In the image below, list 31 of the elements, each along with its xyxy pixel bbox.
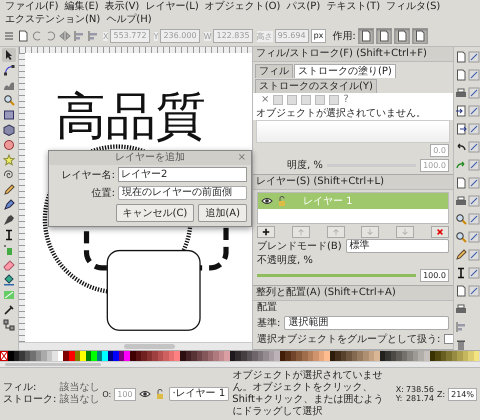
panel-title: 整列と配置(A) (Shift+Ctrl+A) bbox=[253, 286, 453, 301]
layer-name-label: レイヤー名: bbox=[60, 168, 115, 182]
field-label: X bbox=[103, 32, 108, 40]
canvas-text: 高品質 bbox=[55, 86, 206, 146]
zoom-label: Z: bbox=[436, 390, 446, 398]
fill-value: 該当なし bbox=[59, 382, 100, 394]
section-heading: 配置 bbox=[256, 301, 278, 315]
field-label: 高さ bbox=[256, 30, 273, 42]
relative-to-label: 基準: bbox=[257, 316, 280, 330]
field-label: Y bbox=[154, 32, 158, 40]
panel-title: フィル/ストローク(F) (Shift+Ctrl+F) bbox=[253, 47, 453, 62]
group-label: 選択オブジェクトをグループとして扱う: bbox=[257, 332, 440, 346]
position-label: 位置: bbox=[90, 186, 115, 200]
x-label: X: bbox=[396, 385, 404, 394]
affect-label: 作用: bbox=[332, 30, 356, 43]
opacity-label: 不透明度, % bbox=[256, 254, 314, 268]
blend-mode-label: ブレンドモード(B) bbox=[257, 240, 342, 253]
x-coordinate: 738.56 bbox=[406, 385, 434, 394]
layer-name: レイヤー 1 bbox=[303, 195, 353, 208]
status-message: オブジェクトが選択されていません。 bbox=[253, 107, 453, 120]
opacity-label: O: bbox=[102, 390, 112, 398]
opacity-label: 明度, % bbox=[287, 158, 323, 172]
fill-label: フィル: bbox=[3, 382, 38, 394]
panel-title: レイヤー(S) (Shift+Ctrl+L) bbox=[253, 175, 453, 190]
status-message: オブジェクトが選択されていません。オブジェクトをクリック、Shift+クリック、または囲むようにドラッグして選択 bbox=[232, 370, 384, 418]
dialog-title: レイヤーを追加 bbox=[115, 151, 185, 165]
stroke-label: ストローク: bbox=[3, 394, 56, 406]
stroke-value: 該当なし bbox=[59, 394, 100, 406]
field-label: W bbox=[204, 32, 212, 40]
y-coordinate: 281.74 bbox=[406, 394, 434, 403]
y-label: Y: bbox=[396, 394, 404, 403]
